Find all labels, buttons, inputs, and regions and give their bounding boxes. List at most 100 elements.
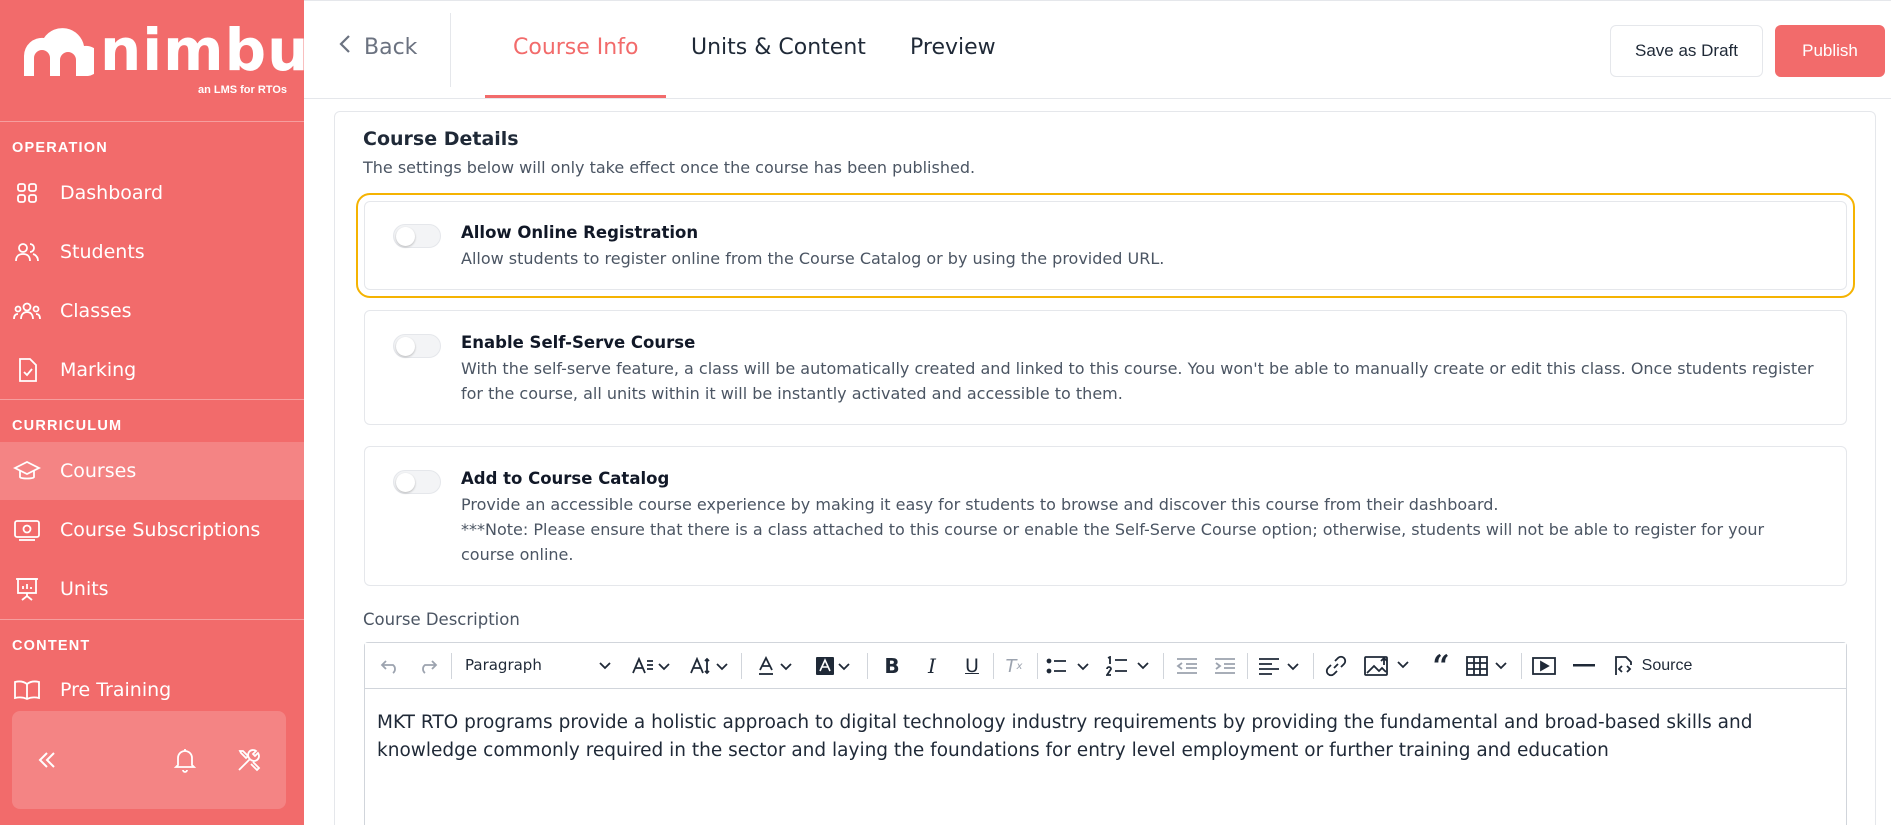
brand-logo[interactable]: nimbu an LMS for RTOs xyxy=(14,16,304,102)
toolbar-separator xyxy=(867,653,868,679)
option-description: With the self-serve feature, a class wil… xyxy=(461,359,1814,403)
section-content: CONTENT xyxy=(12,638,91,654)
divider xyxy=(450,13,451,87)
sidebar-item-students[interactable]: Students xyxy=(0,223,304,281)
option-online-registration: Allow Online Registration Allow students… xyxy=(356,193,1855,298)
remove-format-icon[interactable]: Tx xyxy=(999,653,1029,679)
toggle-knob xyxy=(396,473,415,492)
toggle-knob xyxy=(396,337,415,356)
toolbar-separator xyxy=(741,653,742,679)
tab-units-content[interactable]: Units & Content xyxy=(691,35,866,60)
option-course-catalog: Add to Course Catalog Provide an accessi… xyxy=(364,446,1847,586)
top-bar: Back Course Info Units & Content Preview… xyxy=(304,0,1891,99)
clipboard-check-icon xyxy=(13,356,41,384)
brand-name: nimbu xyxy=(100,16,304,84)
insert-table-icon[interactable] xyxy=(1465,653,1513,679)
sidebar-utility-panel xyxy=(12,711,286,809)
sidebar-item-label: Dashboard xyxy=(60,182,164,204)
active-tab-indicator xyxy=(485,95,666,98)
bold-icon[interactable]: B xyxy=(877,653,907,679)
online-registration-toggle[interactable] xyxy=(393,224,441,248)
sidebar-item-label: Units xyxy=(60,578,109,600)
divider xyxy=(0,399,304,400)
double-chevron-left-icon[interactable] xyxy=(32,745,62,775)
tab-preview[interactable]: Preview xyxy=(910,35,996,60)
sidebar-item-label: Pre Training xyxy=(60,679,172,701)
sidebar: nimbu an LMS for RTOs OPERATION Dashboar… xyxy=(0,0,304,825)
publish-button[interactable]: Publish xyxy=(1775,25,1885,77)
option-title: Allow Online Registration xyxy=(461,223,699,242)
back-button[interactable]: Back xyxy=(338,33,417,61)
book-open-icon xyxy=(13,676,41,704)
blockquote-icon[interactable]: “ xyxy=(1427,649,1455,684)
sidebar-item-marking[interactable]: Marking xyxy=(0,341,304,399)
source-label: Source xyxy=(1641,657,1693,674)
toolbar-separator xyxy=(1521,653,1522,679)
sidebar-item-classes[interactable]: Classes xyxy=(0,282,304,340)
toolbar-separator xyxy=(993,653,994,679)
italic-icon[interactable]: I xyxy=(917,653,947,679)
indent-icon[interactable] xyxy=(1211,653,1239,679)
source-code-icon xyxy=(1614,656,1632,675)
option-description: Provide an accessible course experience … xyxy=(461,495,1499,514)
align-icon[interactable] xyxy=(1257,653,1305,679)
tab-course-info[interactable]: Course Info xyxy=(513,35,638,60)
graduation-cap-icon xyxy=(13,457,41,485)
sidebar-item-courses[interactable]: Courses xyxy=(0,442,304,500)
sidebar-item-label: Classes xyxy=(60,300,132,322)
chevron-left-icon xyxy=(338,33,352,61)
section-curriculum: CURRICULUM xyxy=(12,418,123,434)
brand-tagline: an LMS for RTOs xyxy=(197,84,287,96)
page-title: Course Details xyxy=(363,128,519,150)
divider xyxy=(0,619,304,620)
option-title: Enable Self-Serve Course xyxy=(461,333,696,352)
section-operation: OPERATION xyxy=(12,140,108,156)
users-icon xyxy=(13,238,41,266)
outdent-icon[interactable] xyxy=(1173,653,1201,679)
editor-content[interactable]: MKT RTO programs provide a holistic appr… xyxy=(377,709,1826,765)
toggle-knob xyxy=(396,227,415,246)
sidebar-item-label: Marking xyxy=(60,359,137,381)
grid-icon xyxy=(13,179,41,207)
tools-icon[interactable] xyxy=(234,745,264,775)
sidebar-item-label: Course Subscriptions xyxy=(60,519,261,541)
page-subtitle: The settings below will only take effect… xyxy=(363,158,976,177)
rich-text-editor: Paragraph B I U Tx “ Source MKT RTO prog… xyxy=(364,642,1847,825)
presentation-board-icon xyxy=(13,575,41,603)
option-note: ***Note: Please ensure that there is a c… xyxy=(461,520,1765,564)
save-draft-button[interactable]: Save as Draft xyxy=(1610,25,1763,77)
toolbar-separator xyxy=(451,653,452,679)
underline-icon[interactable]: U xyxy=(957,653,987,679)
insert-image-icon[interactable] xyxy=(1363,653,1415,679)
undo-icon[interactable] xyxy=(377,653,403,679)
subscription-card-icon xyxy=(13,516,41,544)
back-label: Back xyxy=(364,34,418,60)
link-icon[interactable] xyxy=(1321,653,1351,679)
redo-icon[interactable] xyxy=(415,653,441,679)
paragraph-style-select[interactable]: Paragraph xyxy=(465,656,542,674)
font-size-icon[interactable] xyxy=(629,653,673,679)
option-title: Add to Course Catalog xyxy=(461,469,670,488)
horizontal-line-icon[interactable] xyxy=(1571,653,1597,679)
toolbar-separator xyxy=(1313,653,1314,679)
course-description-label: Course Description xyxy=(363,610,520,629)
self-serve-toggle[interactable] xyxy=(393,334,441,358)
group-icon xyxy=(13,297,41,325)
bell-icon[interactable] xyxy=(170,745,200,775)
background-color-icon[interactable] xyxy=(813,653,857,679)
toolbar-separator xyxy=(1037,653,1038,679)
editor-toolbar: Paragraph B I U Tx “ Source xyxy=(365,643,1846,689)
media-embed-icon[interactable] xyxy=(1529,653,1559,679)
cloud-logo-icon xyxy=(23,28,94,76)
bulleted-list-icon[interactable] xyxy=(1045,653,1093,679)
sidebar-item-units[interactable]: Units xyxy=(0,560,304,618)
font-color-icon[interactable] xyxy=(755,653,799,679)
chevron-down-icon[interactable] xyxy=(597,653,613,679)
divider xyxy=(0,121,304,122)
numbered-list-icon[interactable] xyxy=(1105,653,1153,679)
font-family-icon[interactable] xyxy=(687,653,731,679)
source-button[interactable]: Source xyxy=(1609,653,1695,679)
sidebar-item-course-subscriptions[interactable]: Course Subscriptions xyxy=(0,501,304,559)
course-catalog-toggle[interactable] xyxy=(393,470,441,494)
sidebar-item-dashboard[interactable]: Dashboard xyxy=(0,164,304,222)
